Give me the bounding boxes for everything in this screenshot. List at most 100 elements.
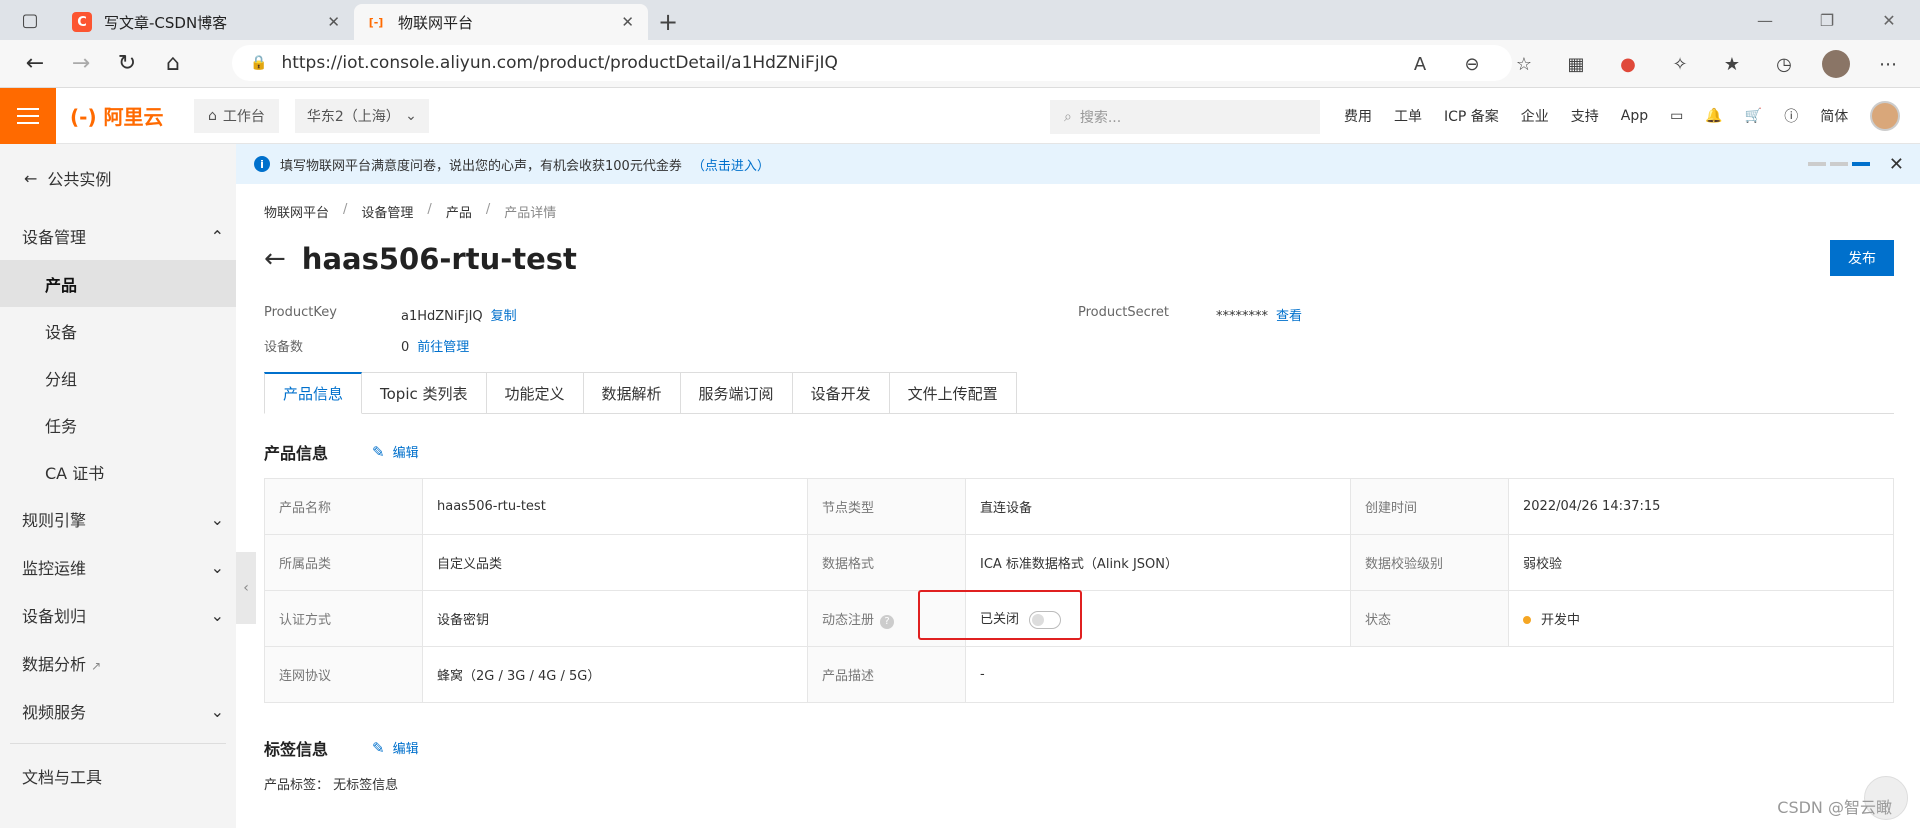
extensions-icon[interactable]: ✧	[1666, 46, 1694, 82]
forward-icon[interactable]: →	[58, 44, 104, 84]
tab-data-parse[interactable]: 数据解析	[583, 372, 681, 414]
breadcrumb-item[interactable]: 物联网平台	[264, 202, 329, 221]
section-label: 数据分析	[22, 655, 87, 674]
collections-icon[interactable]: ▦	[1562, 46, 1590, 82]
publish-button[interactable]: 发布	[1830, 240, 1894, 276]
edit-tags-link[interactable]: ✎ 编辑	[372, 738, 419, 758]
table-key: 创建时间	[1350, 478, 1509, 535]
sidebar-docs[interactable]: 文档与工具	[0, 752, 236, 800]
tab-product-info[interactable]: 产品信息	[264, 372, 363, 414]
product-key-row: a1HdZNiFjIQ 复制	[401, 305, 517, 324]
sidebar-item-group[interactable]: 分组	[0, 354, 236, 401]
tag-value: 无标签信息	[333, 778, 399, 793]
table-value: 直连设备	[965, 478, 1351, 535]
read-aloud-icon[interactable]: A	[1406, 46, 1434, 82]
carousel-dot[interactable]	[1830, 162, 1848, 166]
chevron-up-icon: ⌃	[210, 226, 224, 246]
help-icon[interactable]: ⓘ	[1784, 106, 1798, 126]
table-key: 节点类型	[807, 478, 966, 535]
table-value: -	[965, 646, 1894, 703]
refresh-icon[interactable]: ↻	[104, 44, 150, 84]
workspace-button[interactable]: ⌂ 工作台	[194, 98, 279, 133]
sidebar-section-rules[interactable]: 规则引擎 ⌄	[0, 495, 236, 543]
close-tab-icon[interactable]: ✕	[621, 13, 634, 31]
browser-tab-csdn[interactable]: C 写文章-CSDN博客 ✕	[60, 4, 354, 40]
sidebar-item-ca[interactable]: CA 证书	[0, 448, 236, 495]
section-title-info: 产品信息	[264, 444, 329, 463]
close-icon[interactable]: ✕	[1889, 154, 1904, 175]
sidebar-item-device[interactable]: 设备	[0, 307, 236, 354]
nav-support[interactable]: 支持	[1571, 106, 1599, 126]
url-field[interactable]: 🔒 https://iot.console.aliyun.com/product…	[232, 45, 1512, 81]
sidebar-divider	[10, 743, 226, 744]
sidebar-item-task[interactable]: 任务	[0, 401, 236, 448]
sidebar-back[interactable]: ← 公共实例	[0, 144, 236, 212]
view-secret-link[interactable]: 查看	[1276, 309, 1302, 324]
sidebar-collapse-handle[interactable]: ‹	[236, 552, 256, 624]
nav-ticket[interactable]: 工单	[1394, 106, 1422, 126]
sidebar-section-assign[interactable]: 设备划归 ⌄	[0, 591, 236, 639]
console-topbar: (-) 阿里云 ⌂ 工作台 华东2（上海） ⌄ ⌕ 搜索... 费用 工单 IC…	[0, 87, 1920, 144]
browser-tab-iot[interactable]: [-] 物联网平台 ✕	[354, 4, 648, 40]
nav-language[interactable]: 简体	[1820, 106, 1848, 126]
minimize-icon[interactable]: —	[1734, 0, 1796, 40]
watermark: CSDN @智云瞰	[1777, 798, 1892, 817]
nav-fee[interactable]: 费用	[1344, 106, 1372, 126]
nav-enterprise[interactable]: 企业	[1521, 106, 1549, 126]
tab-function-def[interactable]: 功能定义	[486, 372, 584, 414]
edit-info-link[interactable]: ✎ 编辑	[372, 442, 419, 462]
close-window-icon[interactable]: ✕	[1858, 0, 1920, 40]
tab-topic-list[interactable]: Topic 类列表	[362, 372, 487, 414]
search-input[interactable]: ⌕ 搜索...	[1050, 100, 1320, 134]
region-select[interactable]: 华东2（上海） ⌄	[294, 98, 429, 133]
aliyun-logo[interactable]: (-) 阿里云	[70, 101, 180, 130]
history-icon[interactable]: ◷	[1770, 46, 1798, 82]
extension-icon[interactable]: ●	[1614, 46, 1642, 82]
bell-icon[interactable]: 🔔	[1705, 108, 1722, 124]
help-icon[interactable]: ?	[880, 614, 895, 629]
sidebar-back-label: 公共实例	[47, 170, 112, 189]
avatar[interactable]	[1870, 101, 1901, 131]
tab-file-upload[interactable]: 文件上传配置	[889, 372, 1017, 414]
breadcrumb-item[interactable]: 产品	[446, 202, 472, 221]
cart-icon[interactable]: 🛒	[1745, 108, 1762, 124]
status-badge: 开发中	[1541, 613, 1581, 628]
lock-icon[interactable]: 🔒	[250, 55, 267, 71]
menu-icon[interactable]	[0, 87, 56, 144]
tab-actions-icon[interactable]: ▢	[0, 0, 60, 40]
tab-server-sub[interactable]: 服务端订阅	[680, 372, 793, 414]
page-title: haas506-rtu-test	[301, 242, 577, 276]
edit-label: 编辑	[392, 446, 419, 461]
highlight-box	[918, 590, 1082, 640]
table-row: 连网协议 蜂窝（2G / 3G / 4G / 5G） 产品描述 -	[264, 646, 1894, 703]
carousel-dot[interactable]	[1852, 162, 1870, 166]
notice-link[interactable]: （点击进入）	[692, 155, 770, 174]
arrow-left-icon[interactable]: ←	[264, 244, 286, 274]
sidebar-item-product[interactable]: 产品	[0, 260, 236, 307]
carousel-dot[interactable]	[1808, 162, 1826, 166]
sidebar-section-monitor[interactable]: 监控运维 ⌄	[0, 543, 236, 591]
tab-device-dev[interactable]: 设备开发	[792, 372, 890, 414]
home-icon[interactable]: ⌂	[150, 44, 196, 84]
favorites-icon[interactable]: ★	[1718, 46, 1746, 82]
profile-icon[interactable]	[1822, 46, 1850, 82]
favorite-add-icon[interactable]: ☆	[1510, 46, 1538, 82]
table-key: 数据校验级别	[1350, 534, 1509, 591]
zoom-icon[interactable]: ⊖	[1458, 46, 1486, 82]
sidebar-section-analytics[interactable]: 数据分析 ↗	[0, 639, 236, 687]
table-value: ICA 标准数据格式（Alink JSON）	[965, 534, 1351, 591]
breadcrumb-item[interactable]: 设备管理	[361, 202, 413, 221]
table-key: 产品描述	[807, 646, 966, 703]
back-icon[interactable]: ←	[12, 44, 58, 84]
manage-link[interactable]: 前往管理	[417, 340, 469, 355]
terminal-icon[interactable]: ▭	[1670, 108, 1683, 124]
restore-icon[interactable]: ❐	[1796, 0, 1858, 40]
sidebar-section-device[interactable]: 设备管理 ⌃	[0, 212, 236, 260]
nav-icp[interactable]: ICP 备案	[1444, 106, 1499, 126]
more-icon[interactable]: ⋯	[1874, 46, 1902, 82]
sidebar-section-video[interactable]: 视频服务 ⌄	[0, 687, 236, 735]
new-tab-icon[interactable]: +	[648, 4, 688, 40]
copy-link[interactable]: 复制	[491, 309, 517, 324]
nav-app[interactable]: App	[1621, 108, 1648, 124]
close-tab-icon[interactable]: ✕	[327, 13, 340, 31]
